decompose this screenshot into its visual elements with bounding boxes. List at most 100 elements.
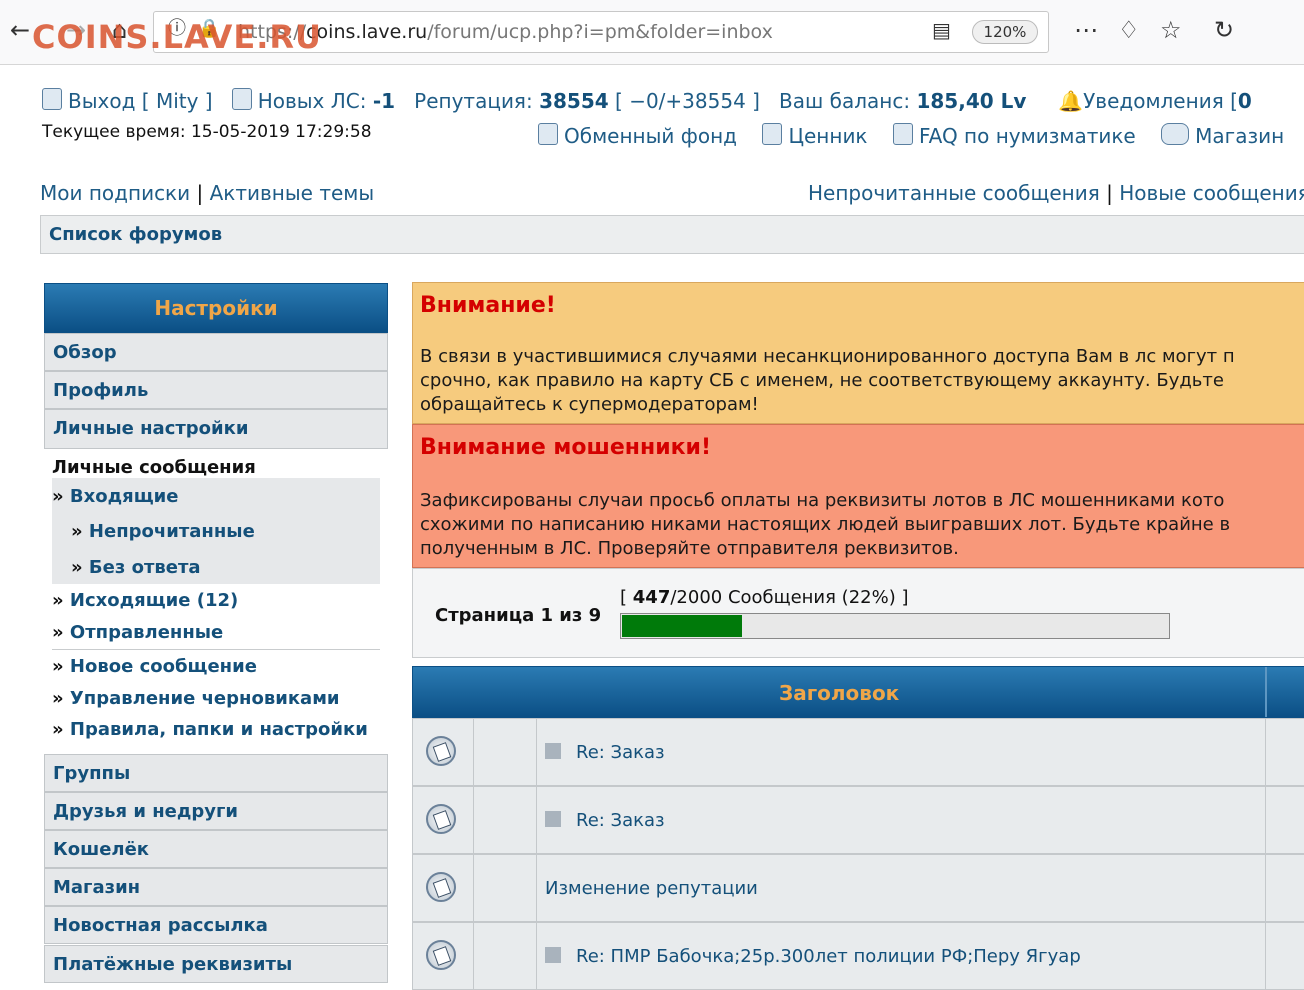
balance-value: 185,40 Lv [916,89,1027,113]
sidebar-item-payment[interactable]: Платёжные реквизиты [44,945,388,983]
sidebar-item-label: Новостная рассылка [53,915,268,936]
column-divider [1265,923,1266,989]
logout-bracket: ] [204,89,213,113]
new-posts-link[interactable]: Новые сообщения [1119,181,1304,205]
notice-text-line: схожими по написанию никами настоящих лю… [420,514,1231,535]
message-title-link[interactable]: Re: ПМР Бабочка;25р.300лет полиции РФ;Пе… [576,946,1081,967]
reload-icon[interactable]: ↻ [1214,18,1234,42]
back-arrow-icon[interactable]: ← [10,18,30,42]
sidebar-item-friends[interactable]: Друзья и недруги [44,792,388,830]
sidebar-item-inbox[interactable]: » Входящие [52,486,178,507]
settings-sidebar: Настройки Обзор Профиль Личные настройки… [44,283,388,983]
table-row[interactable]: Re: Заказ [412,786,1304,854]
message-title-link[interactable]: Изменение репутации [545,878,758,899]
balance-label: Ваш баланс: [779,89,911,113]
notifications-link[interactable]: Уведомления [ [1083,89,1238,113]
message-count-value: 447 [632,587,671,608]
active-topics-link[interactable]: Активные темы [210,181,375,205]
more-menu-icon[interactable]: ⋯ [1074,18,1098,42]
notice-text-line: срочно, как правило на карту СБ с именем… [420,370,1224,391]
exchange-icon [538,123,558,145]
browser-toolbar: ← → ⌂ ⓘ 🔒 https://coins.lave.ru/forum/uc… [0,0,1304,65]
table-row[interactable]: Изменение репутации [412,854,1304,922]
nav-separator: | [1106,181,1113,205]
pm-section: Личные сообщения » Входящие » Непрочитан… [44,449,388,751]
breadcrumb: Список форумов [40,215,1304,254]
pm-icon [231,88,252,110]
reputation-label: Репутация: [414,89,533,113]
sidebar-item-outbox[interactable]: » Исходящие (12) [52,590,238,611]
sidebar-item-label: Друзья и недруги [53,801,239,822]
reader-view-icon[interactable]: ▤ [932,20,951,40]
column-header-title[interactable]: Заголовок [779,681,899,705]
notifications-value: 0 [1237,89,1252,113]
column-divider [1265,667,1267,717]
sidebar-item-no-reply[interactable]: » Без ответа [71,557,201,578]
watermark: COINS.LAVE.RU [32,18,322,56]
pm-read-icon [426,940,456,970]
message-title-link[interactable]: Re: Заказ [576,810,665,831]
pocket-icon[interactable]: ♢ [1118,18,1140,42]
unread-posts-link[interactable]: Непрочитанные сообщения [808,181,1100,205]
notice-text-line: полученным в ЛС. Проверяйте отправителя … [420,538,959,559]
sidebar-item-drafts[interactable]: » Управление черновиками [52,688,340,709]
url-host: coins.lave.ru [306,21,428,43]
message-title-link[interactable]: Re: Заказ [576,742,665,763]
logout-link[interactable]: Выход [ [68,89,150,113]
column-divider [1265,855,1266,921]
mark-cell [474,719,537,785]
faq-link[interactable]: FAQ по нумизматике [919,124,1136,148]
table-row[interactable]: Re: ПМР Бабочка;25р.300лет полиции РФ;Пе… [412,922,1304,990]
sidebar-item-personal-settings[interactable]: Личные настройки [44,409,388,449]
attachment-marker-icon [545,743,561,759]
nav-separator: | [196,181,204,205]
sidebar-item-wallet[interactable]: Кошелёк [44,830,388,868]
prices-link[interactable]: Ценник [788,124,867,148]
column-divider [1265,719,1266,785]
notice-text-line: обращайтесь к супермодераторам! [420,394,759,415]
sidebar-item-sent[interactable]: » Отправленные [52,622,223,643]
sidebar-item-overview[interactable]: Обзор [44,333,388,371]
nav-left: Мои подписки | Активные темы [40,181,374,205]
table-header: Заголовок [412,666,1304,718]
sidebar-item-groups[interactable]: Группы [44,754,388,792]
sidebar-item-shop[interactable]: Магазин [44,868,388,906]
storage-progress-fill [622,615,742,637]
sidebar-item-label: Профиль [53,380,149,401]
fraud-notice: Внимание мошенники! Зафиксированы случаи… [412,424,1304,568]
sidebar-item-rules[interactable]: » Правила, папки и настройки [52,719,368,740]
mark-cell [474,923,537,989]
zoom-indicator[interactable]: 120% [972,20,1038,44]
sidebar-title: Настройки [44,283,388,333]
subscriptions-link[interactable]: Мои подписки [40,181,190,205]
sidebar-item-unread[interactable]: » Непрочитанные [71,521,255,542]
pm-read-icon [426,872,456,902]
column-divider [1265,787,1266,853]
sidebar-item-label: Магазин [53,877,141,898]
notice-text-line: В связи в участившимися случаями несанкц… [420,346,1235,367]
bell-icon[interactable]: 🔔 [1058,89,1083,113]
shop-link[interactable]: Магазин [1195,124,1284,148]
warning-notice: Внимание! В связи в участившимися случая… [412,282,1304,424]
notice-title: Внимание мошенники! [420,435,711,460]
new-pm-label[interactable]: Новых ЛС: [258,89,367,113]
sidebar-item-new-message[interactable]: » Новое сообщение [52,656,257,677]
exchange-link[interactable]: Обменный фонд [564,124,737,148]
status-cell [413,787,474,853]
page-indicator: Страница 1 из 9 [435,605,602,626]
username-link[interactable]: Mity [156,89,199,113]
forum-list-link[interactable]: Список форумов [49,224,222,245]
sidebar-item-profile[interactable]: Профиль [44,371,388,409]
status-cell [413,855,474,921]
sidebar-item-newsletter[interactable]: Новостная рассылка [44,906,388,944]
new-pm-value: -1 [372,89,396,113]
sidebar-item-label: Группы [53,763,131,784]
sidebar-item-label: Платёжные реквизиты [53,954,293,975]
current-time: Текущее время: 15-05-2019 17:29:58 [42,122,372,142]
reputation-detail: [ −0/+38554 ] [615,89,760,113]
status-cell [413,719,474,785]
table-row[interactable]: Re: Заказ [412,718,1304,786]
user-info-bar: Выход [ Mity ] Новых ЛС: -1 Репутация: 3… [42,88,1252,113]
notice-text-line: Зафиксированы случаи просьб оплаты на ре… [420,490,1225,511]
bookmark-star-icon[interactable]: ☆ [1160,18,1182,42]
